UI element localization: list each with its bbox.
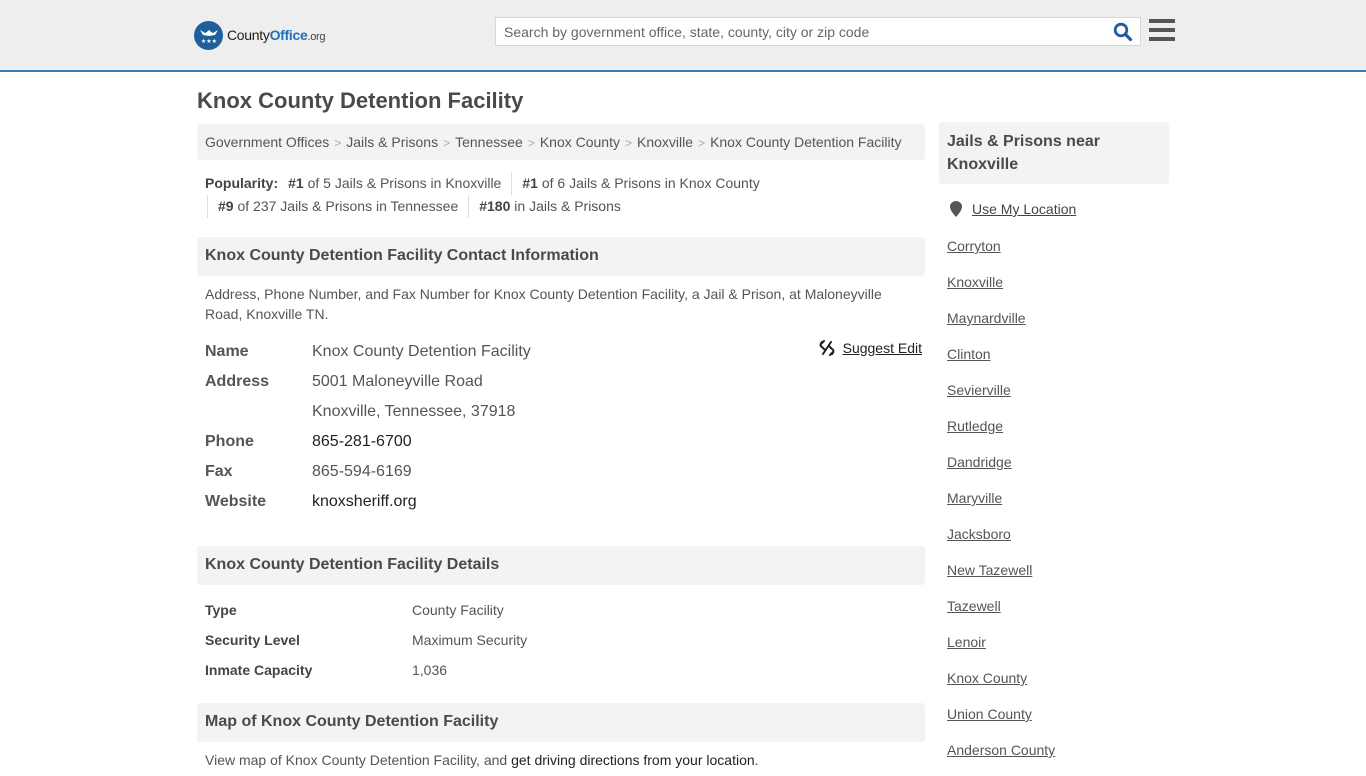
list-item: Lenoir [947, 632, 1055, 668]
address-line-1: 5001 Maloneyville Road [312, 373, 483, 390]
popularity-item: #180 in Jails & Prisons [468, 195, 631, 218]
breadcrumb-separator: > [625, 136, 633, 150]
logo-text: CountyOffice.org [227, 27, 326, 43]
list-item: Tazewell [947, 596, 1055, 632]
use-my-location-link[interactable]: Use My Location [950, 201, 1076, 217]
list-item: Union County [947, 704, 1055, 740]
list-item: Clinton [947, 344, 1055, 380]
nearby-link-dandridge[interactable]: Dandridge [947, 454, 1012, 470]
list-item: New Tazewell [947, 560, 1055, 596]
page-title: Knox County Detention Facility [197, 88, 524, 113]
hamburger-menu-button[interactable] [1149, 19, 1175, 43]
nearby-link-maryville[interactable]: Maryville [947, 490, 1002, 506]
search-button[interactable] [1112, 22, 1134, 42]
nearby-link-anderson-county[interactable]: Anderson County [947, 742, 1055, 758]
contact-info-heading: Knox County Detention Facility Contact I… [197, 237, 925, 276]
contact-row-address-2: Knoxville, Tennessee, 37918 [205, 397, 925, 427]
nearby-link-jacksboro[interactable]: Jacksboro [947, 526, 1011, 542]
driving-directions-link[interactable]: get driving directions from your locatio… [511, 752, 755, 768]
breadcrumb-separator: > [698, 136, 706, 150]
contact-row-phone: Phone 865-281-6700 [205, 433, 412, 450]
breadcrumb-current: Knox County Detention Facility [710, 134, 902, 150]
list-item: Maryville [947, 488, 1055, 524]
map-heading: Map of Knox County Detention Facility [197, 703, 925, 742]
site-logo[interactable]: ★★★ CountyOffice.org [194, 20, 326, 50]
hamburger-menu-icon [1149, 19, 1175, 23]
list-item: Maynardville [947, 308, 1055, 344]
popularity-rankings: Popularity: #1 of 5 Jails & Prisons in Kn… [205, 172, 925, 218]
list-item: Jacksboro [947, 524, 1055, 560]
nearby-link-knox-county[interactable]: Knox County [947, 670, 1027, 686]
nearby-link-new-tazewell[interactable]: New Tazewell [947, 562, 1032, 578]
suggest-edit-link[interactable]: Suggest Edit [819, 340, 922, 356]
breadcrumb-separator: > [334, 136, 342, 150]
eagle-emblem-icon: ★★★ [194, 20, 223, 50]
popularity-item: #1 of 5 Jails & Prisons in Knoxville [288, 175, 502, 191]
fax-number: 865-594-6169 [312, 463, 412, 480]
map-pin-icon [950, 201, 962, 217]
list-item: Corryton [947, 236, 1055, 272]
nearby-link-union-county[interactable]: Union County [947, 706, 1032, 722]
breadcrumb-separator: > [527, 136, 535, 150]
search-input[interactable] [496, 18, 1106, 45]
breadcrumb-tennessee[interactable]: Tennessee [455, 134, 523, 150]
nearby-link-clinton[interactable]: Clinton [947, 346, 991, 362]
breadcrumb-government-offices[interactable]: Government Offices [205, 134, 329, 150]
nearby-link-sevierville[interactable]: Sevierville [947, 382, 1011, 398]
nearby-link-maynardville[interactable]: Maynardville [947, 310, 1026, 326]
popularity-item: #9 of 237 Jails & Prisons in Tennessee [207, 195, 468, 218]
site-header: ★★★ CountyOffice.org [0, 0, 1366, 72]
contact-description: Address, Phone Number, and Fax Number fo… [205, 286, 882, 322]
nearby-link-tazewell[interactable]: Tazewell [947, 598, 1001, 614]
details-row: Security Level Maximum Security [205, 632, 528, 648]
details-row: Inmate Capacity 1,036 [205, 662, 448, 678]
contact-row-website: Website knoxsheriff.org [205, 493, 417, 510]
details-heading: Knox County Detention Facility Details [197, 546, 925, 585]
popularity-label: Popularity: [205, 175, 279, 191]
list-item: Dandridge [947, 452, 1055, 488]
address-line-2: Knoxville, Tennessee, 37918 [312, 403, 516, 420]
breadcrumb-knox-county[interactable]: Knox County [540, 134, 620, 150]
list-item: Rutledge [947, 416, 1055, 452]
details-row: Type County Facility [205, 602, 504, 618]
list-item: Sevierville [947, 380, 1055, 416]
sidebar-heading: Jails & Prisons near Knoxville [939, 122, 1169, 184]
nearby-link-knoxville[interactable]: Knoxville [947, 274, 1003, 290]
details-table: Type County Facility Security Level Maxi… [205, 595, 925, 685]
list-item: Knoxville [947, 272, 1055, 308]
breadcrumb-jails-prisons[interactable]: Jails & Prisons [346, 134, 438, 150]
phone-link[interactable]: 865-281-6700 [312, 433, 412, 450]
contact-row-fax: Fax 865-594-6169 [205, 463, 412, 480]
contact-row-address: Address 5001 Maloneyville Road [205, 373, 483, 390]
nearby-link-rutledge[interactable]: Rutledge [947, 418, 1003, 434]
map-description: View map of Knox County Detention Facili… [205, 752, 759, 768]
website-link[interactable]: knoxsheriff.org [312, 493, 417, 510]
svg-text:★★★: ★★★ [200, 38, 216, 45]
search-bar [495, 17, 1141, 46]
nearby-link-lenoir[interactable]: Lenoir [947, 634, 986, 650]
list-item: Anderson County [947, 740, 1055, 776]
nearby-list: Corryton Knoxville Maynardville Clinton … [947, 236, 1055, 776]
search-icon [1113, 22, 1133, 42]
breadcrumb-separator: > [443, 136, 451, 150]
broken-link-icon [819, 340, 835, 356]
contact-row-name: Name Knox County Detention Facility [205, 343, 531, 360]
contact-info-table: Suggest Edit Name Knox County Detention … [205, 337, 925, 517]
breadcrumb: Government Offices > Jails & Prisons > Tenne… [197, 124, 925, 160]
breadcrumb-knoxville[interactable]: Knoxville [637, 134, 693, 150]
list-item: Knox County [947, 668, 1055, 704]
nearby-link-corryton[interactable]: Corryton [947, 238, 1001, 254]
facility-name: Knox County Detention Facility [312, 343, 531, 360]
popularity-item: #1 of 6 Jails & Prisons in Knox County [511, 172, 769, 195]
